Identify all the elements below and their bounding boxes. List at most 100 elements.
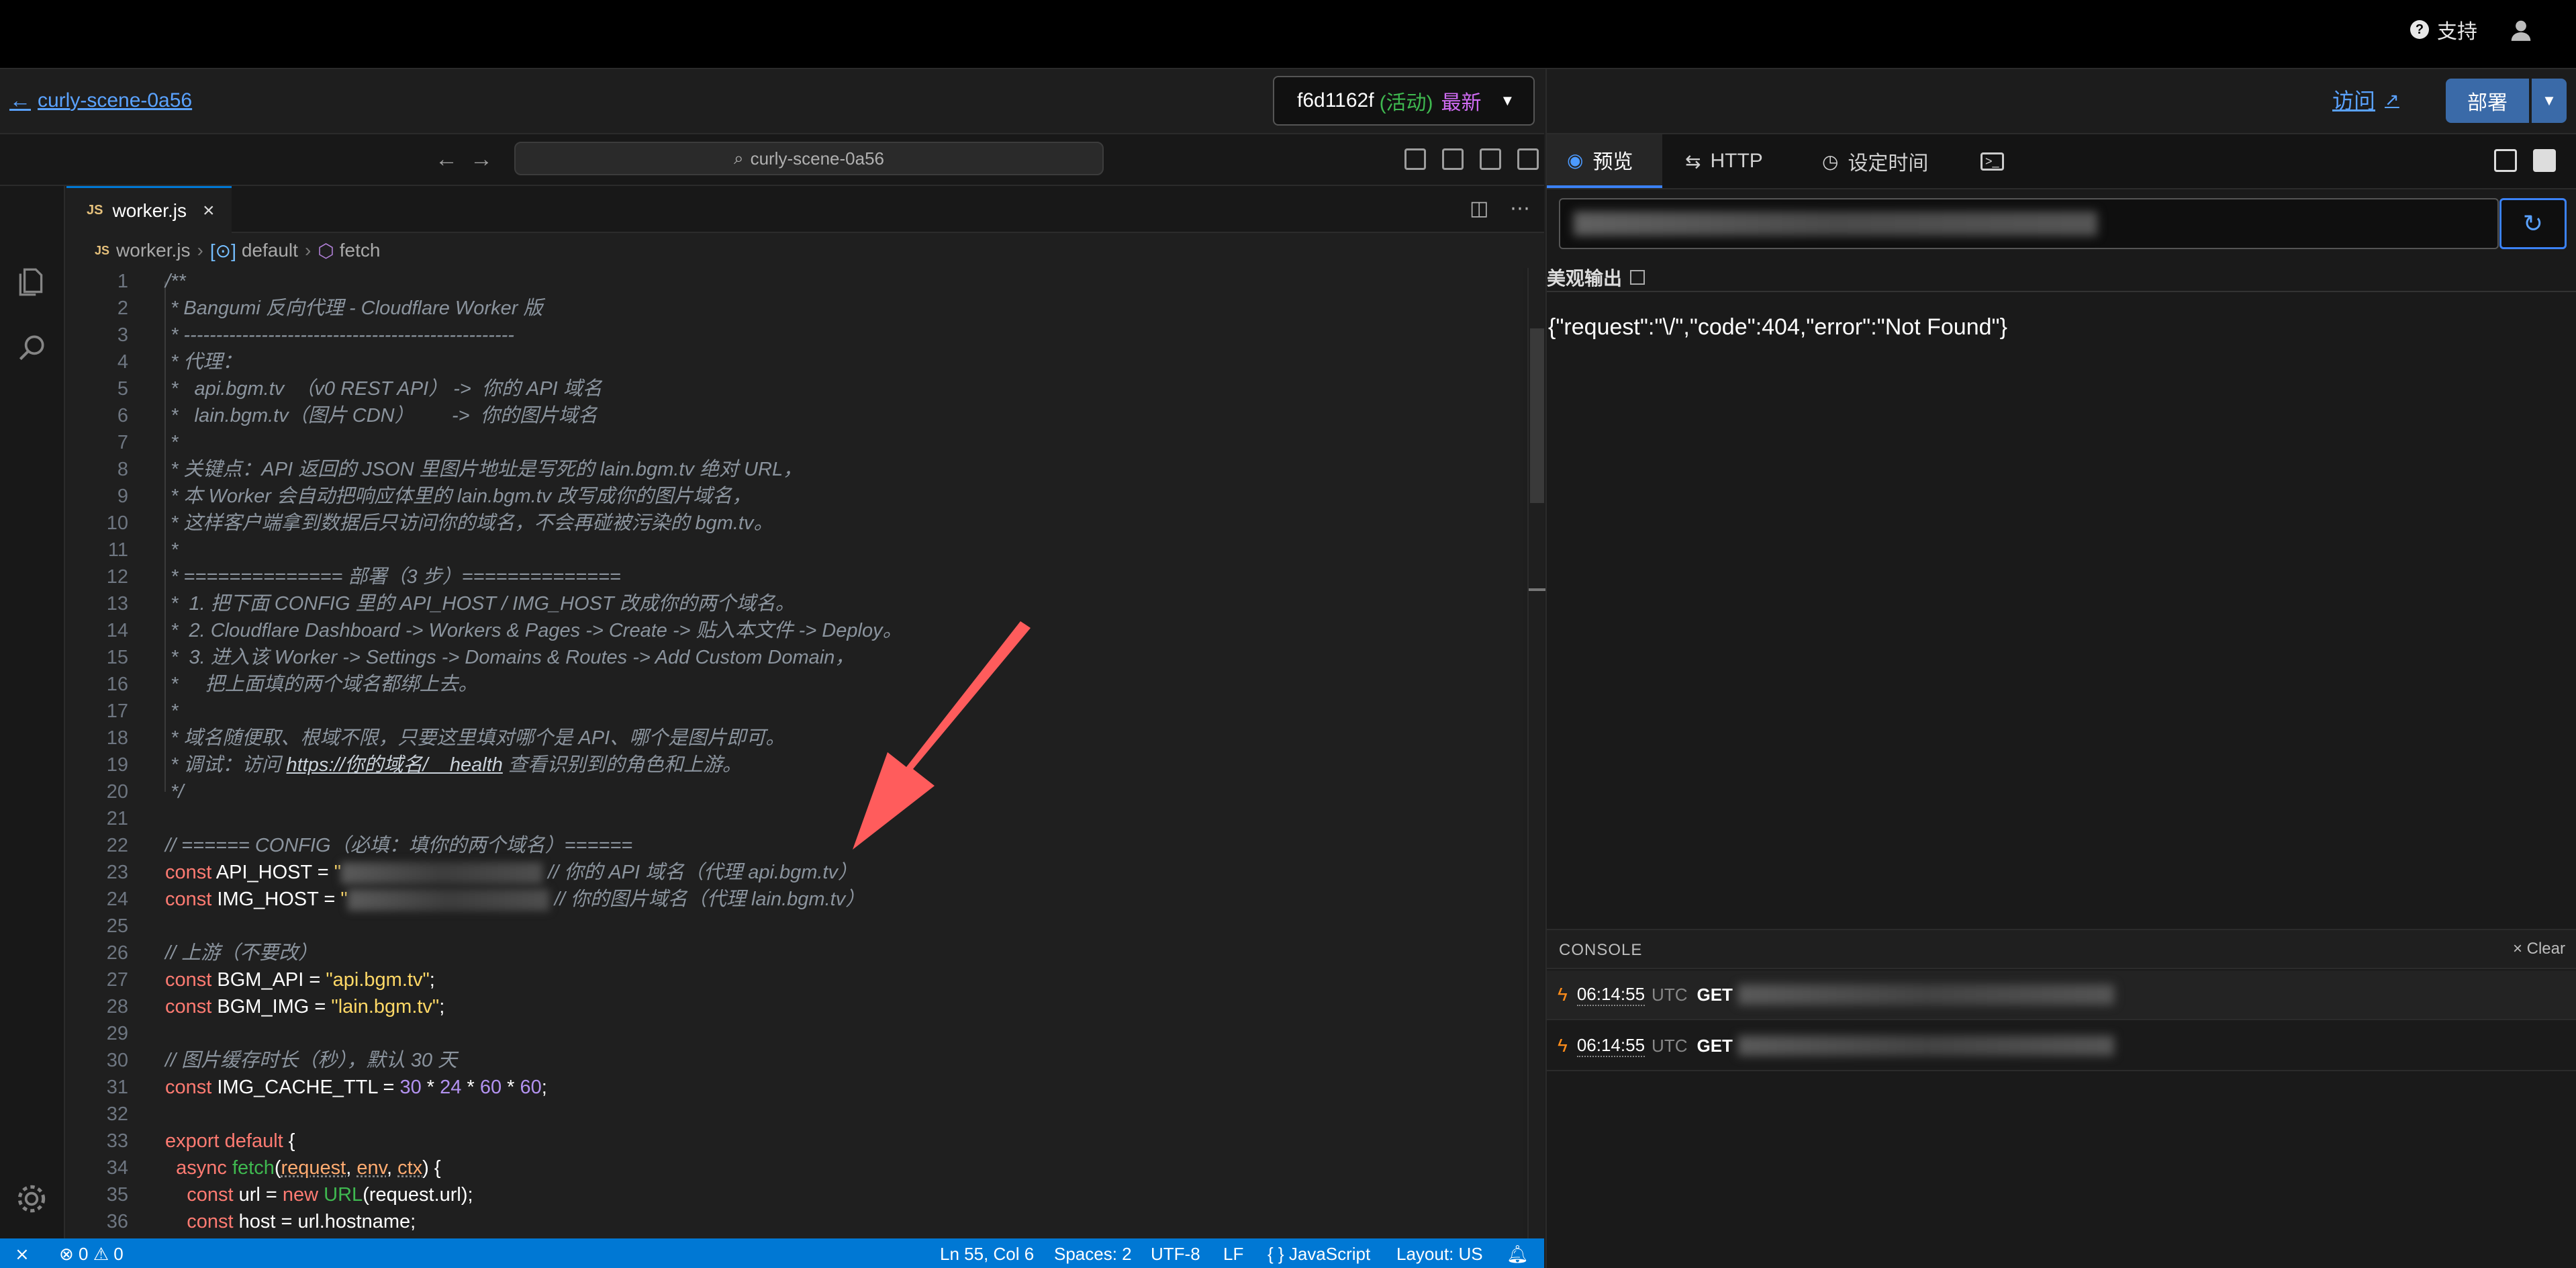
code-text: *: [165, 700, 179, 722]
line-number: 17: [106, 700, 128, 722]
code-line: 12 * ============== 部署（3 步）=============…: [66, 563, 1523, 590]
layout-customize-icon[interactable]: [1404, 148, 1426, 170]
go-back-icon[interactable]: ←: [435, 146, 458, 173]
code-line: 16 * 把上面填的两个域名都绑上去。: [66, 671, 1523, 698]
log-method: GET: [1697, 984, 1733, 1005]
pretty-print-label: 美观输出: [1547, 268, 1623, 289]
code-line: 3 * ------------------------------------…: [66, 322, 1523, 349]
console-row[interactable]: ϟ 06:14:55 UTC GET: [1547, 1022, 2576, 1071]
code-text: const url = new URL(request.url);: [187, 1184, 473, 1206]
code-line: 29: [66, 1020, 1523, 1047]
console-panel: CONSOLE × Clear ϟ 06:14:55 UTC GET ϟ 06:…: [1547, 929, 2576, 1268]
back-to-project-link[interactable]: ← curly-scene-0a56: [9, 88, 192, 113]
code-text: * --------------------------------------…: [165, 324, 514, 346]
toggle-sidebar-icon[interactable]: [1442, 148, 1464, 170]
search-icon[interactable]: [15, 331, 48, 365]
preview-header: 访问 ↗ 部署 ▼: [1547, 69, 2576, 134]
line-number: 6: [117, 405, 128, 426]
console-clear-button[interactable]: × Clear: [2513, 940, 2565, 958]
toggle-secondary-sidebar-icon[interactable]: [1517, 148, 1539, 170]
line-ending[interactable]: LF: [1223, 1244, 1243, 1265]
support-label: 支持: [2437, 21, 2477, 43]
code-line: 23 const API_HOST = " // 你的 API 域名（代理 api…: [66, 859, 1523, 886]
js-file-icon: JS: [87, 203, 103, 218]
toggle-panel-icon[interactable]: [1480, 148, 1501, 170]
code-text: const BGM_IMG = "lain.bgm.tv";: [165, 996, 445, 1017]
code-line: 14 * 2. Cloudflare Dashboard -> Workers …: [66, 617, 1523, 644]
code-text: const IMG_CACHE_TTL = 30 * 24 * 60 * 60;: [165, 1077, 547, 1098]
log-method: GET: [1697, 1035, 1733, 1056]
visit-link[interactable]: 访问 ↗: [2332, 84, 2399, 115]
keyboard-layout[interactable]: Layout: US: [1396, 1244, 1483, 1265]
breadcrumb-default[interactable]: default: [242, 240, 298, 261]
code-text: *: [165, 432, 179, 453]
breadcrumb-file[interactable]: worker.js: [116, 240, 190, 261]
encoding[interactable]: UTF-8: [1151, 1244, 1200, 1265]
terminal-icon: >_: [1981, 152, 2004, 171]
preview-url-input[interactable]: [1559, 198, 2499, 249]
breadcrumb-fetch[interactable]: fetch: [340, 240, 381, 261]
command-center[interactable]: ⌕ curly-scene-0a56: [514, 142, 1104, 175]
line-number: 19: [106, 754, 128, 776]
deploy-button[interactable]: 部署: [2446, 79, 2529, 123]
explorer-icon[interactable]: [15, 265, 48, 299]
tab-terminal[interactable]: >_: [1960, 134, 2034, 188]
editor-tabs: JS worker.js × ◫ ⋯: [66, 186, 1544, 233]
docs-icon[interactable]: [2494, 149, 2517, 172]
swap-arrows-icon: ⇆: [1685, 150, 1701, 172]
indentation[interactable]: Spaces: 2: [1054, 1244, 1132, 1265]
debug-link[interactable]: https://你的域名/__health: [286, 754, 502, 776]
code-text: * lain.bgm.tv（图片 CDN） -> 你的图片域名: [165, 405, 598, 426]
go-forward-icon[interactable]: →: [470, 146, 493, 173]
problems-count[interactable]: ⊗ 0 ⚠ 0: [59, 1244, 124, 1265]
code-text: // 图片缓存时长（秒），默认 30 天: [165, 1050, 458, 1071]
pretty-print-checkbox[interactable]: [1630, 270, 1645, 285]
refresh-button[interactable]: ↻: [2499, 198, 2567, 249]
support-link[interactable]: ? 支持: [2410, 15, 2477, 44]
language-mode[interactable]: { } JavaScript: [1268, 1244, 1370, 1265]
more-actions-icon[interactable]: ⋯: [1510, 197, 1530, 220]
code-editor[interactable]: 1 /** 2 * Bangumi 反向代理 - Cloudflare Worker…: [66, 268, 1523, 1268]
tab-schedule[interactable]: ◷ 设定时间: [1802, 134, 1948, 188]
console-row[interactable]: ϟ 06:14:55 UTC GET: [1547, 970, 2576, 1020]
bell-icon[interactable]: 🔔︎: [1507, 1244, 1529, 1265]
remote-icon[interactable]: ⨯: [15, 1244, 30, 1265]
eye-icon: ◉: [1567, 149, 1584, 171]
split-editor-icon[interactable]: ◫: [1470, 197, 1488, 220]
tab-http[interactable]: ⇆ HTTP: [1665, 134, 1783, 188]
code-line: 24 const IMG_HOST = " // 你的图片域名（代理 lain.b…: [66, 886, 1523, 913]
gear-icon[interactable]: [15, 1182, 48, 1216]
line-number: 14: [106, 620, 128, 641]
user-icon[interactable]: [2508, 17, 2534, 43]
editor-scrollbar[interactable]: [1527, 268, 1545, 1268]
code-line: 11 *: [66, 537, 1523, 563]
pretty-print-toggle[interactable]: 美观输出: [1547, 264, 1645, 291]
deploy-options-button[interactable]: ▼: [2532, 79, 2567, 123]
tab-schedule-label: 设定时间: [1848, 152, 1929, 175]
tab-preview[interactable]: ◉ 预览: [1547, 134, 1662, 188]
scrollbar-thumb[interactable]: [1530, 328, 1544, 503]
code-text: * 这样客户端拿到数据后只访问你的域名，不会再碰被污染的 bgm.tv。: [165, 512, 773, 534]
line-number: 31: [106, 1077, 128, 1098]
code-text: * 把上面填的两个域名都绑上去。: [165, 674, 478, 695]
version-select[interactable]: f6d1162f (活动) 最新 ▼: [1273, 76, 1535, 126]
js-file-icon: JS: [95, 243, 110, 257]
symbol-method-icon: ⬡: [318, 240, 334, 261]
line-number: 23: [106, 862, 128, 883]
close-icon[interactable]: ×: [203, 199, 215, 222]
line-number: 13: [106, 593, 128, 615]
code-line: 18 * 域名随便取、根域不限，只要这里填对哪个是 API、哪个是图片即可。: [66, 725, 1523, 752]
discord-icon[interactable]: [2533, 149, 2556, 172]
code-line: 17 *: [66, 698, 1523, 725]
chevron-right-icon: ›: [304, 240, 312, 261]
clear-label: Clear: [2526, 940, 2565, 958]
code-text: * 3. 进入该 Worker -> Settings -> Domains &…: [165, 647, 855, 668]
tab-worker-js[interactable]: JS worker.js ×: [66, 186, 232, 233]
code-text: const API_HOST = " // 你的 API 域名（代理 api.b…: [165, 862, 857, 885]
cursor-position[interactable]: Ln 55, Col 6: [940, 1244, 1034, 1265]
code-text: * ============== 部署（3 步）==============: [165, 566, 621, 588]
clock-icon: ◷: [1822, 150, 1839, 172]
code-text: * 域名随便取、根域不限，只要这里填对哪个是 API、哪个是图片即可。: [165, 727, 785, 749]
code-text: *: [165, 539, 179, 561]
code-line: 15 * 3. 进入该 Worker -> Settings -> Domain…: [66, 644, 1523, 671]
